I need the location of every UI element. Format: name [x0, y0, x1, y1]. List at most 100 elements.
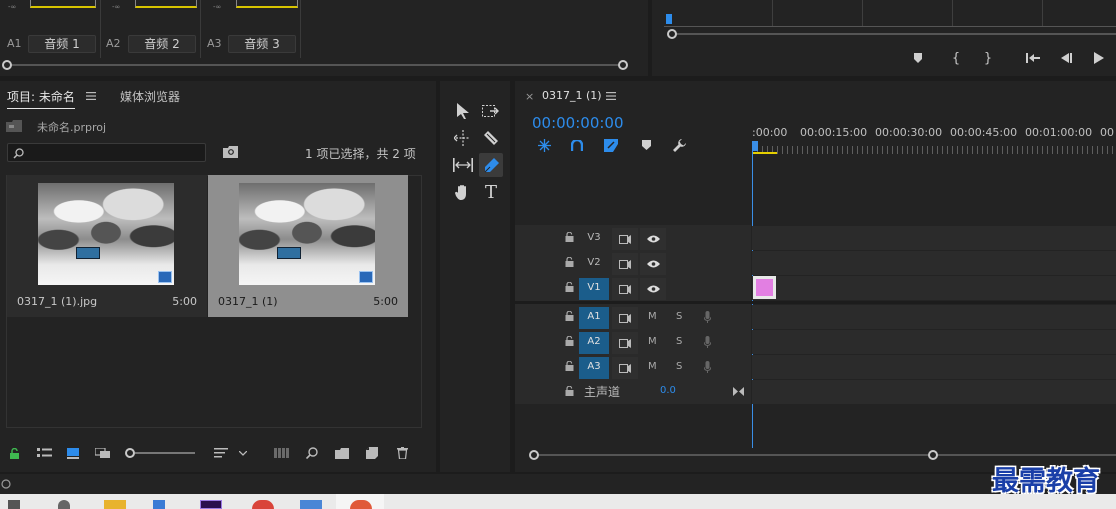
- track-label[interactable]: V1: [579, 278, 609, 300]
- snap-icon[interactable]: [569, 137, 585, 153]
- track-select-tool-icon[interactable]: [479, 99, 503, 123]
- add-marker-icon[interactable]: [910, 50, 926, 66]
- track-lane-v3[interactable]: [752, 226, 1116, 250]
- premiere-icon[interactable]: [200, 500, 222, 509]
- search-icon[interactable]: [58, 500, 70, 509]
- solo-button[interactable]: S: [676, 336, 682, 347]
- channel-name-a3[interactable]: 音频 3: [228, 35, 296, 53]
- monitor-playhead-icon[interactable]: [666, 14, 672, 24]
- sequence-tab[interactable]: 0317_1 (1): [542, 89, 602, 102]
- track-header-a1[interactable]: A1 M S: [515, 305, 751, 329]
- track-lane-v2[interactable]: [752, 251, 1116, 275]
- go-to-in-icon[interactable]: [1024, 50, 1042, 66]
- mixer-scrollbar[interactable]: [8, 64, 622, 66]
- track-label[interactable]: A1: [579, 307, 609, 329]
- app-icon[interactable]: [153, 500, 165, 509]
- track-lane-a3[interactable]: [752, 355, 1116, 379]
- sort-icon[interactable]: [212, 446, 230, 460]
- linked-selection-icon[interactable]: [603, 137, 619, 153]
- trash-icon[interactable]: [394, 446, 410, 460]
- monitor-zoom-bar[interactable]: [676, 33, 1116, 35]
- track-header-master[interactable]: 主声道 0.0: [515, 380, 751, 404]
- track-header-v3[interactable]: V3: [515, 226, 751, 250]
- add-marker-icon[interactable]: [638, 137, 654, 153]
- nest-sequence-icon[interactable]: [536, 137, 552, 153]
- track-lane-v1[interactable]: [752, 276, 1116, 300]
- tab-media-browser[interactable]: 媒体浏览器: [120, 88, 180, 105]
- lock-icon[interactable]: [565, 361, 574, 371]
- eye-icon[interactable]: [640, 228, 666, 250]
- microphone-icon[interactable]: [701, 334, 713, 350]
- app-icon[interactable]: [350, 500, 372, 509]
- pen-tool-icon[interactable]: [479, 153, 503, 177]
- sync-lock-icon[interactable]: [612, 357, 638, 379]
- freeform-view-icon[interactable]: [94, 446, 114, 460]
- track-label[interactable]: V2: [579, 253, 609, 275]
- channel-name-a2[interactable]: 音频 2: [128, 35, 196, 53]
- ripple-edit-tool-icon[interactable]: [451, 126, 475, 150]
- list-view-icon[interactable]: [35, 446, 53, 460]
- automate-to-sequence-icon[interactable]: [272, 446, 292, 460]
- solo-button[interactable]: S: [676, 361, 682, 372]
- microphone-icon[interactable]: [701, 309, 713, 325]
- chevron-down-icon[interactable]: [236, 447, 250, 459]
- tab-project[interactable]: 项目: 未命名: [7, 88, 75, 109]
- sync-lock-icon[interactable]: [612, 332, 638, 354]
- start-icon[interactable]: [8, 500, 20, 509]
- microphone-icon[interactable]: [701, 359, 713, 375]
- new-bin-icon[interactable]: [334, 446, 350, 460]
- zoom-slider[interactable]: [135, 452, 195, 454]
- sync-lock-icon[interactable]: [612, 253, 638, 275]
- sync-lock-icon[interactable]: [612, 278, 638, 300]
- scroll-handle-right[interactable]: [618, 60, 628, 70]
- lock-icon[interactable]: [565, 311, 574, 321]
- timecode-display[interactable]: 00:00:00:00: [532, 114, 624, 132]
- mute-button[interactable]: M: [648, 361, 657, 372]
- eye-icon[interactable]: [640, 278, 666, 300]
- mark-in-icon[interactable]: {: [948, 50, 964, 66]
- fader-a2[interactable]: [135, 0, 197, 8]
- timeline-clip[interactable]: [753, 276, 776, 299]
- timeline-scroll-handle-right[interactable]: [928, 450, 938, 460]
- sync-lock-icon[interactable]: [612, 307, 638, 329]
- track-lane-master[interactable]: [752, 380, 1116, 404]
- play-icon[interactable]: [1090, 50, 1108, 66]
- hamburger-menu-icon[interactable]: [604, 89, 618, 103]
- selection-tool-icon[interactable]: [451, 99, 475, 123]
- track-header-v2[interactable]: V2: [515, 251, 751, 275]
- new-item-icon[interactable]: [364, 446, 380, 460]
- hamburger-menu-icon[interactable]: [84, 89, 98, 103]
- chrome-icon[interactable]: [252, 500, 274, 509]
- track-header-a2[interactable]: A2 M S: [515, 330, 751, 354]
- track-label[interactable]: V3: [579, 228, 609, 250]
- mark-out-icon[interactable]: }: [980, 50, 996, 66]
- lock-icon[interactable]: [565, 386, 574, 396]
- eye-icon[interactable]: [640, 253, 666, 275]
- app-icon[interactable]: [300, 500, 322, 509]
- close-tab-icon[interactable]: ×: [525, 90, 534, 103]
- time-ruler[interactable]: [752, 146, 1116, 154]
- hand-tool-icon[interactable]: [451, 180, 475, 204]
- step-back-icon[interactable]: [1058, 50, 1076, 66]
- lock-icon[interactable]: [565, 232, 574, 242]
- fader-a1[interactable]: [30, 0, 96, 8]
- find-icon[interactable]: [304, 446, 320, 460]
- master-volume[interactable]: 0.0: [660, 385, 676, 396]
- slip-tool-icon[interactable]: [451, 153, 475, 177]
- search-box[interactable]: [7, 143, 206, 162]
- track-header-v1[interactable]: V1: [515, 276, 751, 300]
- wrench-icon[interactable]: [671, 137, 687, 153]
- track-lane-a1[interactable]: [752, 305, 1116, 329]
- track-lane-a2[interactable]: [752, 330, 1116, 354]
- project-item-selected[interactable]: 0317_1 (1) 5:00: [208, 175, 408, 317]
- zoom-slider-handle[interactable]: [125, 448, 135, 458]
- razor-tool-icon[interactable]: [479, 126, 503, 150]
- mute-button[interactable]: M: [648, 336, 657, 347]
- lock-icon[interactable]: [565, 336, 574, 346]
- solo-button[interactable]: S: [676, 311, 682, 322]
- fader-a3[interactable]: [236, 0, 298, 8]
- track-header-a3[interactable]: A3 M S: [515, 355, 751, 379]
- lock-icon[interactable]: [565, 282, 574, 292]
- search-input[interactable]: [26, 145, 202, 160]
- track-label[interactable]: A2: [579, 332, 609, 354]
